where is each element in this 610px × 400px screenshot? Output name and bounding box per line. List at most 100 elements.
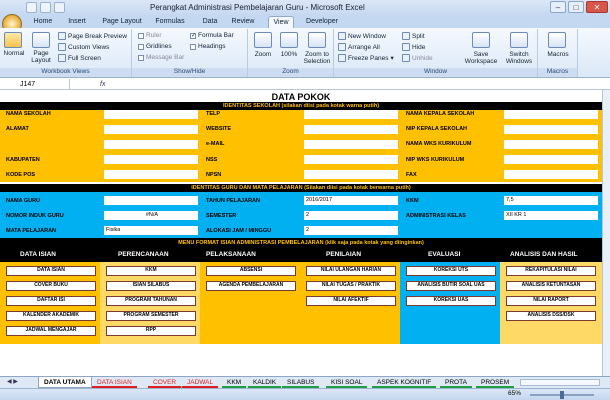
gridlines-checkbox[interactable]: Gridlines (138, 43, 172, 50)
input-kabupaten[interactable] (104, 155, 198, 164)
redo-icon[interactable] (54, 2, 65, 13)
save-workspace-button[interactable]: Save Workspace (460, 51, 502, 65)
sheet-tab-prota[interactable]: PROTA (440, 377, 472, 388)
input-nss[interactable] (304, 155, 398, 164)
horizontal-scrollbar[interactable] (520, 379, 600, 386)
sheet-tab-silabus[interactable]: SILABUS (282, 377, 320, 388)
unhide-button[interactable]: Unhide (402, 54, 433, 62)
input-nama-sekolah[interactable] (104, 110, 198, 119)
switch-windows-button[interactable]: Switch Windows (500, 51, 538, 65)
normal-view-button[interactable]: Normal (2, 50, 26, 57)
arrange-all-button[interactable]: Arrange All (338, 43, 380, 51)
new-window-button[interactable]: New Window (338, 32, 386, 40)
input-kelas[interactable]: XII KR 1 (504, 211, 598, 220)
tab-developer[interactable]: Developer (302, 16, 342, 28)
tab-home[interactable]: Home (30, 16, 56, 28)
btn-jadwal-mengajar[interactable]: JADWAL MENGAJAR (6, 326, 96, 336)
btn-program-tahunan[interactable]: PROGRAM TAHUNAN (106, 296, 196, 306)
input-fax[interactable] (504, 170, 598, 179)
zoom-slider-thumb[interactable] (560, 391, 564, 399)
vertical-scrollbar[interactable] (602, 90, 610, 376)
input-nip-kepala[interactable] (504, 125, 598, 134)
input-alamat[interactable] (104, 125, 198, 134)
btn-rekapitulasi-nilai[interactable]: REKAPITULASI NILAI (506, 266, 596, 276)
input-nama-wks[interactable] (504, 140, 598, 149)
tab-nav-arrows[interactable]: ◀ ▶ (2, 377, 23, 388)
maximize-button[interactable]: □ (568, 1, 584, 13)
undo-icon[interactable] (40, 2, 51, 13)
freeze-panes-button[interactable]: Freeze Panes ▾ (338, 54, 394, 62)
save-icon[interactable] (26, 2, 37, 13)
tab-view[interactable]: View (268, 16, 294, 28)
btn-analisis-butir-soal[interactable]: ANALISIS BUTIR SOAL UAS (406, 281, 496, 291)
input-nig[interactable]: #N/A (104, 211, 198, 220)
zoom-button[interactable]: Zoom (250, 51, 276, 58)
fx-icon[interactable]: fx (100, 79, 105, 90)
tab-insert[interactable]: Insert (64, 16, 90, 28)
headings-checkbox[interactable]: Headings (190, 43, 225, 50)
close-button[interactable]: ✕ (586, 1, 608, 13)
sheet-tab-kisi-soal[interactable]: KISI SOAL (326, 377, 368, 388)
sheet-tab-kaldik[interactable]: KALDIK (248, 377, 282, 388)
btn-absensi[interactable]: ABSENSI (206, 266, 296, 276)
btn-program-semester[interactable]: PROGRAM SEMESTER (106, 311, 196, 321)
input-tahun[interactable]: 2016/2017 (304, 196, 398, 205)
zoom-level[interactable]: 65% (508, 390, 521, 397)
hide-button[interactable]: Hide (402, 43, 425, 51)
input-nama-guru[interactable] (104, 196, 198, 205)
input-npsn[interactable] (304, 170, 398, 179)
label-kabupaten: KABUPATEN (6, 157, 40, 163)
btn-rpp[interactable]: RPP (106, 326, 196, 336)
btn-nilai-tugas[interactable]: NILAI TUGAS / PRAKTIK (306, 281, 396, 291)
sheet-tab-aspek-kognitif[interactable]: ASPEK KOGNITIF (372, 377, 437, 388)
sheet-tab-kkm[interactable]: KKM (222, 377, 247, 388)
message-bar-checkbox[interactable]: Message Bar (138, 54, 184, 61)
tab-review[interactable]: Review (228, 16, 258, 28)
custom-views-button[interactable]: Custom Views (58, 43, 109, 51)
input-telp[interactable] (304, 110, 398, 119)
btn-isian-silabus[interactable]: ISIAN SILABUS (106, 281, 196, 291)
tab-data[interactable]: Data (198, 16, 222, 28)
ruler-checkbox[interactable]: Ruler (138, 32, 162, 39)
input-alokasi[interactable]: 2 (304, 226, 398, 235)
page-layout-button[interactable]: Page Layout (28, 50, 54, 64)
btn-koreksi-uts[interactable]: KOREKSI UTS (406, 266, 496, 276)
full-screen-button[interactable]: Full Screen (58, 54, 101, 62)
input-alamat-2[interactable] (104, 140, 198, 149)
tab-formulas[interactable]: Formulas (152, 16, 188, 28)
formula-bar-checkbox[interactable]: ✓ Formula Bar (190, 32, 234, 39)
btn-data-isian[interactable]: DATA ISIAN (6, 266, 96, 276)
btn-agenda-pembelajaran[interactable]: AGENDA PEMBELAJARAN (206, 281, 296, 291)
btn-koreksi-uas[interactable]: KOREKSI UAS (406, 296, 496, 306)
zoom-100-button[interactable]: 100% (276, 51, 302, 58)
btn-nilai-ulangan-harian[interactable]: NILAI ULANGAN HARIAN (306, 266, 396, 276)
sheet-tab-jadwal[interactable]: JADWAL (182, 377, 219, 388)
sheet-tab-data-utama[interactable]: DATA UTAMA (38, 377, 92, 388)
input-kkm[interactable]: 7,5 (504, 196, 598, 205)
input-website[interactable] (304, 125, 398, 134)
split-button[interactable]: Split (402, 32, 425, 40)
input-nama-kepala[interactable] (504, 110, 598, 119)
sheet-tab-cover[interactable]: COVER (148, 377, 182, 388)
btn-cover-buku[interactable]: COVER BUKU (6, 281, 96, 291)
input-email[interactable] (304, 140, 398, 149)
btn-kkm[interactable]: KKM (106, 266, 196, 276)
btn-nilai-afektif[interactable]: NILAI AFEKTIF (306, 296, 396, 306)
tab-page-layout[interactable]: Page Layout (100, 16, 144, 28)
input-semester[interactable]: 2 (304, 211, 398, 220)
input-kode-pos[interactable] (104, 170, 198, 179)
btn-nilai-raport[interactable]: NILAI RAPORT (506, 296, 596, 306)
zoom-selection-button[interactable]: Zoom to Selection (302, 51, 332, 65)
btn-kalender-akademik[interactable]: KALENDER AKADEMIK (6, 311, 96, 321)
input-nip-wks[interactable] (504, 155, 598, 164)
page-break-preview-button[interactable]: Page Break Preview (58, 32, 127, 40)
input-mapel[interactable]: Fisika (104, 226, 198, 235)
minimize-button[interactable]: – (550, 1, 566, 13)
btn-analisis-dss-dsk[interactable]: ANALISIS DSS/DSK (506, 311, 596, 321)
name-box[interactable]: J147 (0, 79, 70, 90)
sheet-tab-prosem[interactable]: PROSEM (476, 377, 515, 388)
btn-daftar-isi[interactable]: DAFTAR ISI (6, 296, 96, 306)
sheet-tab-data-isian[interactable]: DATA ISIAN (92, 377, 137, 388)
btn-analisis-ketuntasan[interactable]: ANALISIS KETUNTASAN (506, 281, 596, 291)
macros-button[interactable]: Macros (540, 51, 576, 58)
